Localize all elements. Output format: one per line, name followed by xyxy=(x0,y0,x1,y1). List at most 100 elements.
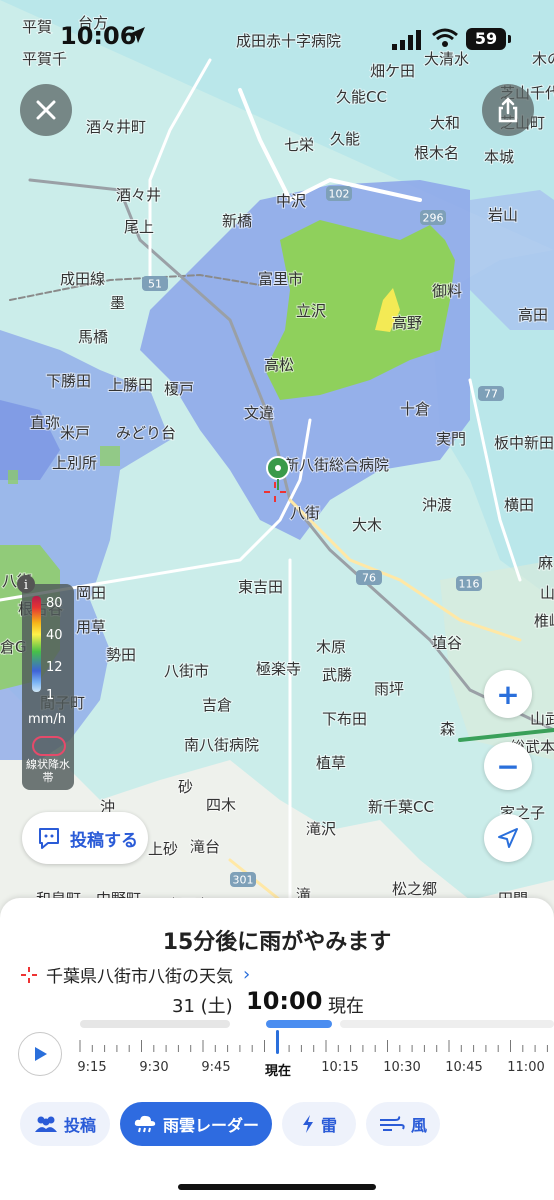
road-number-badge: 76 xyxy=(356,570,382,585)
map-label: 上勝田 xyxy=(108,376,153,394)
timeline-label: 11:00 xyxy=(507,1060,545,1075)
map-label: 富里市 xyxy=(258,270,303,288)
map-label: 七栄 xyxy=(284,136,314,154)
map-label: 大和 xyxy=(430,114,460,132)
status-time: 10:06 xyxy=(60,22,137,50)
map-label: 大木 xyxy=(352,516,382,534)
timeline-active-range xyxy=(266,1020,332,1028)
timeline-label: 10:30 xyxy=(383,1060,421,1075)
svg-text:77: 77 xyxy=(484,388,498,401)
map-label: 中沢 xyxy=(276,192,306,210)
map-label: 雨坪 xyxy=(374,680,404,698)
map-label: 上砂 xyxy=(148,840,178,858)
map-label: 榎戸 xyxy=(164,380,194,398)
timeline-label: 9:15 xyxy=(77,1060,107,1075)
map-label: 十倉 xyxy=(400,400,430,418)
current-time: 10:00 xyxy=(246,987,323,1015)
play-button[interactable] xyxy=(18,1032,62,1076)
map-label: 新八街総合病院 xyxy=(284,456,389,474)
map-label: 横田 xyxy=(504,496,534,514)
timeline-label: 9:45 xyxy=(201,1060,231,1075)
tab-lightning[interactable]: 雷 xyxy=(282,1102,356,1146)
road-number-badge: 296 xyxy=(420,210,446,225)
road-number-badge: 116 xyxy=(456,576,482,591)
wind-icon xyxy=(379,1116,405,1131)
target-icon xyxy=(21,966,37,983)
tab-posts[interactable]: 投稿 xyxy=(20,1102,110,1146)
map-label: 南八街病院 xyxy=(184,736,259,754)
zoom-in-label: + xyxy=(496,677,520,711)
map-label: 埴谷 xyxy=(432,634,462,652)
map-label: 滝沢 xyxy=(306,820,336,838)
mode-tabs: 投稿 雨雲レーダー 雷 風 xyxy=(0,1102,554,1148)
navigation-arrow-icon xyxy=(498,828,518,848)
location-arrow-icon xyxy=(129,27,145,43)
rain-forecast-headline: 15分後に雨がやみます xyxy=(162,930,392,955)
people-icon xyxy=(34,1116,57,1132)
timeline-cursor[interactable] xyxy=(276,1030,279,1054)
map-label: 武勝 xyxy=(322,666,352,684)
map-label: 本城 xyxy=(484,148,514,166)
map-label: 森 xyxy=(440,720,455,738)
map-label: 久能CC xyxy=(336,88,387,106)
legend-unit: mm/h xyxy=(28,712,66,727)
map-label: 吉倉 xyxy=(202,696,232,714)
location-name: 千葉県八街市八街の天気 xyxy=(46,967,233,987)
map-label: 尾上 xyxy=(124,218,154,236)
status-bar: 10:06 59 xyxy=(0,0,554,80)
map-label: 実門 xyxy=(436,430,466,448)
map-label: 御料 xyxy=(432,282,462,300)
tab-wind-label: 風 xyxy=(410,1116,427,1135)
map-label: 麻 xyxy=(538,554,553,572)
zoom-out-button[interactable]: − xyxy=(484,742,532,790)
road-number-badge: 77 xyxy=(478,386,504,401)
svg-text:51: 51 xyxy=(148,278,162,291)
timeline-future-track xyxy=(340,1020,554,1028)
locate-button[interactable] xyxy=(484,814,532,862)
svg-text:76: 76 xyxy=(362,572,376,585)
map-label: 東吉田 xyxy=(238,578,283,596)
post-button[interactable]: 投稿する xyxy=(22,812,148,864)
map-label: 成田線 xyxy=(60,270,105,288)
location-weather-link[interactable]: 千葉県八街市八街の天気 › xyxy=(20,962,250,987)
info-icon[interactable]: i xyxy=(16,574,36,594)
precipitation-legend[interactable]: i 80 40 12 1 mm/h 線状降水帯 xyxy=(17,575,74,790)
legend-band-label: 線状降水帯 xyxy=(26,758,70,784)
map-label: 高田 xyxy=(518,306,548,324)
timeline-label: 現在 xyxy=(264,1064,292,1079)
map-label: 山武 xyxy=(530,710,554,728)
zoom-in-button[interactable]: + xyxy=(484,670,532,718)
legend-12: 12 xyxy=(46,660,63,675)
post-bubble-icon xyxy=(39,828,59,849)
tab-wind[interactable]: 風 xyxy=(366,1102,440,1146)
map-label: 上別所 xyxy=(52,454,97,472)
map-label: 植草 xyxy=(316,754,346,772)
tab-posts-label: 投稿 xyxy=(63,1116,96,1135)
close-button[interactable] xyxy=(20,84,72,136)
road-number-badge: 51 xyxy=(142,276,168,291)
map-label: 墨 xyxy=(110,294,125,312)
share-button[interactable] xyxy=(482,84,534,136)
map-label: 新千葉CC xyxy=(368,798,434,816)
timeline-ticks[interactable] xyxy=(76,1036,554,1062)
legend-1: 1 xyxy=(46,688,55,703)
home-indicator xyxy=(178,1184,376,1190)
map-label: 米戸 xyxy=(60,424,90,442)
weather-sheet[interactable]: 15分後に雨がやみます 千葉県八街市八街の天気 › 31 (土) 10:00 現… xyxy=(0,898,554,1200)
legend-40: 40 xyxy=(46,628,63,643)
map-label: 久能 xyxy=(330,130,360,148)
timeline-label: 9:30 xyxy=(139,1060,169,1075)
map-label: 山 xyxy=(540,584,554,602)
map-label: みどり台 xyxy=(116,424,176,442)
map-label: 滝台 xyxy=(190,838,220,856)
map-label: 新橋 xyxy=(222,212,252,230)
map-label: 板中新田 xyxy=(494,434,554,452)
map-label: 酒々井 xyxy=(116,186,161,204)
tab-rain-radar[interactable]: 雨雲レーダー xyxy=(120,1102,272,1146)
map-label: 四木 xyxy=(206,796,236,814)
zoom-out-label: − xyxy=(496,749,520,783)
tab-lightning-label: 雷 xyxy=(320,1116,337,1135)
timeline-past-track xyxy=(80,1020,230,1028)
svg-text:296: 296 xyxy=(423,212,444,225)
road-number-badge: 301 xyxy=(230,872,256,887)
